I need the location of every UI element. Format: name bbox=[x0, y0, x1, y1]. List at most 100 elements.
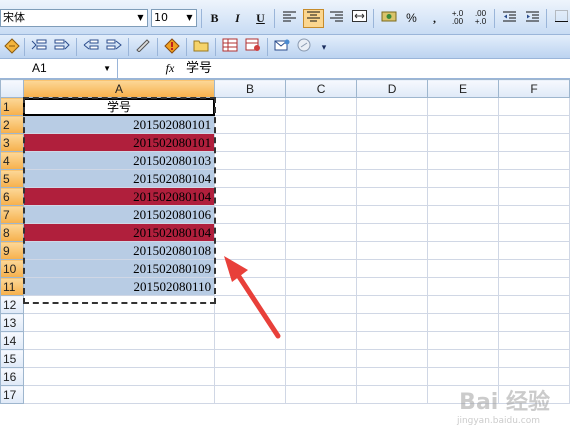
comma-style-button[interactable]: , bbox=[424, 9, 445, 28]
cell-d[interactable] bbox=[356, 169, 429, 188]
cell-b[interactable] bbox=[214, 169, 287, 188]
insert-function-icon[interactable]: fx bbox=[160, 59, 180, 78]
currency-button[interactable] bbox=[378, 9, 399, 28]
cell-e[interactable] bbox=[427, 349, 499, 368]
cell-b[interactable] bbox=[214, 295, 287, 314]
cell-d[interactable] bbox=[356, 205, 429, 224]
cell-a[interactable]: 201502080101 bbox=[22, 133, 216, 152]
cell-d[interactable] bbox=[356, 115, 429, 134]
accept-change-icon[interactable] bbox=[81, 38, 101, 56]
cell-c[interactable] bbox=[285, 331, 358, 350]
reject-change-icon[interactable] bbox=[104, 38, 124, 56]
cell-a[interactable] bbox=[22, 367, 216, 386]
cell-a[interactable]: 201502080103 bbox=[22, 151, 216, 170]
row-header[interactable]: 3 bbox=[0, 133, 24, 152]
select-all-corner[interactable] bbox=[0, 79, 24, 98]
cell-b[interactable] bbox=[214, 331, 287, 350]
align-right-button[interactable] bbox=[326, 9, 347, 28]
align-left-button[interactable] bbox=[279, 9, 300, 28]
font-size-select[interactable]: 10 ▼ bbox=[151, 9, 197, 27]
cell-c[interactable] bbox=[285, 385, 358, 404]
cell-e[interactable] bbox=[427, 151, 499, 170]
cell-a[interactable] bbox=[22, 331, 216, 350]
cell-d[interactable] bbox=[356, 151, 429, 170]
column-header-c[interactable]: C bbox=[285, 79, 358, 98]
show-comment-icon[interactable] bbox=[162, 38, 182, 56]
cell-b[interactable] bbox=[214, 277, 287, 296]
chevron-down-icon[interactable]: ▼ bbox=[103, 59, 111, 78]
cell-c[interactable] bbox=[285, 97, 358, 116]
cell-c[interactable] bbox=[285, 295, 358, 314]
row-header[interactable]: 10 bbox=[0, 259, 24, 278]
track-sheet-icon[interactable] bbox=[220, 38, 240, 56]
cell-b[interactable] bbox=[214, 115, 287, 134]
cell-f[interactable] bbox=[497, 169, 570, 188]
cell-a[interactable]: 201502080104 bbox=[22, 169, 216, 188]
cell-b[interactable] bbox=[214, 349, 287, 368]
row-header[interactable]: 14 bbox=[0, 331, 24, 350]
column-header-f[interactable]: F bbox=[497, 79, 570, 98]
cell-e[interactable] bbox=[427, 313, 499, 332]
cell-e[interactable] bbox=[427, 169, 499, 188]
cell-d[interactable] bbox=[356, 259, 429, 278]
cell-b[interactable] bbox=[214, 151, 287, 170]
cell-f[interactable] bbox=[497, 205, 570, 224]
cell-f[interactable] bbox=[497, 277, 570, 296]
cell-e[interactable] bbox=[427, 187, 499, 206]
track-changes-icon[interactable] bbox=[2, 38, 22, 56]
protect-sheet-icon[interactable] bbox=[243, 38, 263, 56]
cell-f[interactable] bbox=[497, 133, 570, 152]
name-box[interactable]: A1 ▼ bbox=[0, 59, 118, 78]
row-header[interactable]: 15 bbox=[0, 349, 24, 368]
align-center-button[interactable] bbox=[303, 9, 324, 28]
row-header[interactable]: 5 bbox=[0, 169, 24, 188]
cell-d[interactable] bbox=[356, 295, 429, 314]
row-header[interactable]: 8 bbox=[0, 223, 24, 242]
cell-c[interactable] bbox=[285, 313, 358, 332]
row-header[interactable]: 1 bbox=[0, 97, 24, 116]
cell-a[interactable]: 201502080108 bbox=[22, 241, 216, 260]
formula-input[interactable]: 学号 bbox=[186, 59, 212, 78]
row-header[interactable]: 16 bbox=[0, 367, 24, 386]
cell-d[interactable] bbox=[356, 313, 429, 332]
cell-f[interactable] bbox=[497, 223, 570, 242]
cell-d[interactable] bbox=[356, 133, 429, 152]
cell-a[interactable] bbox=[22, 349, 216, 368]
cell-e[interactable] bbox=[427, 205, 499, 224]
row-header[interactable]: 13 bbox=[0, 313, 24, 332]
cell-e[interactable] bbox=[427, 115, 499, 134]
cell-c[interactable] bbox=[285, 133, 358, 152]
cell-b[interactable] bbox=[214, 133, 287, 152]
cell-e[interactable] bbox=[427, 367, 499, 386]
previous-comment-icon[interactable] bbox=[29, 38, 49, 56]
cell-f[interactable] bbox=[497, 331, 570, 350]
cell-e[interactable] bbox=[427, 277, 499, 296]
decrease-indent-button[interactable] bbox=[499, 9, 520, 28]
cell-a[interactable]: 201502080104 bbox=[22, 223, 216, 242]
row-header[interactable]: 17 bbox=[0, 385, 24, 404]
cell-c[interactable] bbox=[285, 169, 358, 188]
cell-b[interactable] bbox=[214, 223, 287, 242]
cell-b[interactable] bbox=[214, 385, 287, 404]
cell-c[interactable] bbox=[285, 151, 358, 170]
ink-annotation-icon[interactable] bbox=[133, 38, 153, 56]
cell-a[interactable]: 学号 bbox=[22, 97, 216, 116]
cell-d[interactable] bbox=[356, 241, 429, 260]
cell-c[interactable] bbox=[285, 223, 358, 242]
cell-d[interactable] bbox=[356, 349, 429, 368]
cell-c[interactable] bbox=[285, 187, 358, 206]
cell-c[interactable] bbox=[285, 349, 358, 368]
borders-button[interactable] bbox=[551, 9, 570, 28]
end-review-icon[interactable] bbox=[294, 38, 314, 56]
cell-b[interactable] bbox=[214, 313, 287, 332]
cell-c[interactable] bbox=[285, 367, 358, 386]
cell-a[interactable]: 201502080106 bbox=[22, 205, 216, 224]
send-for-review-icon[interactable] bbox=[272, 38, 292, 56]
cell-b[interactable] bbox=[214, 205, 287, 224]
column-header-d[interactable]: D bbox=[356, 79, 429, 98]
row-header[interactable]: 4 bbox=[0, 151, 24, 170]
row-header[interactable]: 6 bbox=[0, 187, 24, 206]
increase-decimal-button[interactable]: +.0 .00 bbox=[447, 9, 468, 28]
cell-e[interactable] bbox=[427, 223, 499, 242]
cell-a[interactable]: 201502080104 bbox=[22, 187, 216, 206]
